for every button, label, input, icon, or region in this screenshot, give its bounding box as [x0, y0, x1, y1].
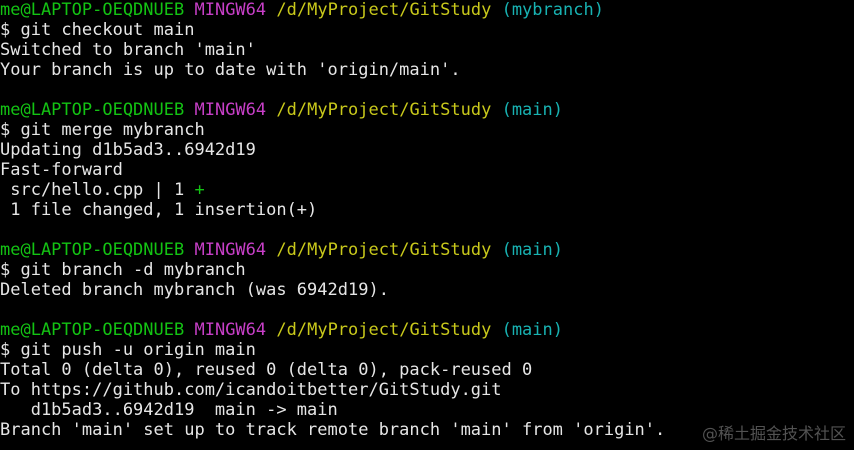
diffstat-plus: +: [194, 180, 205, 200]
prompt-user-host: me@LAPTOP-OEQDNUEB: [0, 240, 185, 260]
command-line: $ git checkout main: [0, 20, 195, 40]
prompt-path: /d/MyProject/GitStudy: [276, 0, 492, 20]
prompt-user-host: me@LAPTOP-OEQDNUEB: [0, 320, 185, 340]
prompt-line: me@LAPTOP-OEQDNUEB MINGW64 /d/MyProject/…: [0, 320, 854, 340]
command-line: $ git merge mybranch: [0, 120, 205, 140]
prompt-path: /d/MyProject/GitStudy: [276, 320, 492, 340]
prompt-user-host: me@LAPTOP-OEQDNUEB: [0, 100, 185, 120]
watermark: @稀土掘金技术社区: [701, 424, 846, 443]
prompt-branch: (main): [501, 320, 563, 340]
prompt-line: me@LAPTOP-OEQDNUEB MINGW64 /d/MyProject/…: [0, 0, 854, 20]
prompt-line: me@LAPTOP-OEQDNUEB MINGW64 /d/MyProject/…: [0, 240, 854, 260]
prompt-branch: (main): [501, 240, 563, 260]
output-line: Updating d1b5ad3..6942d19: [0, 140, 256, 160]
prompt-system: MINGW64: [194, 0, 267, 20]
prompt-user-host: me@LAPTOP-OEQDNUEB: [0, 0, 185, 20]
prompt-system: MINGW64: [194, 320, 267, 340]
prompt-path: /d/MyProject/GitStudy: [276, 240, 492, 260]
output-line: Total 0 (delta 0), reused 0 (delta 0), p…: [0, 360, 533, 380]
diffstat-line: src/hello.cpp | 1 +: [0, 180, 854, 200]
diffstat-file: src/hello.cpp | 1: [0, 180, 195, 200]
output-line: d1b5ad3..6942d19 main -> main: [0, 400, 338, 420]
prompt-system: MINGW64: [194, 240, 267, 260]
prompt-branch: (main): [501, 100, 563, 120]
output-line: Your branch is up to date with 'origin/m…: [0, 60, 461, 80]
summary-line: 1 file changed, 1 insertion(+): [0, 200, 318, 220]
prompt-path: /d/MyProject/GitStudy: [276, 100, 492, 120]
command-line: $ git push -u origin main: [0, 340, 256, 360]
output-line: To https://github.com/icandoitbetter/Git…: [0, 380, 502, 400]
output-line: Switched to branch 'main': [0, 40, 256, 60]
output-line: Fast-forward: [0, 160, 123, 180]
prompt-line: me@LAPTOP-OEQDNUEB MINGW64 /d/MyProject/…: [0, 100, 854, 120]
prompt-branch: (mybranch): [501, 0, 604, 20]
prompt-system: MINGW64: [194, 100, 267, 120]
command-line: $ git branch -d mybranch: [0, 260, 246, 280]
terminal-window[interactable]: me@LAPTOP-OEQDNUEB MINGW64 /d/MyProject/…: [0, 0, 854, 450]
output-line: Deleted branch mybranch (was 6942d19).: [0, 280, 389, 300]
